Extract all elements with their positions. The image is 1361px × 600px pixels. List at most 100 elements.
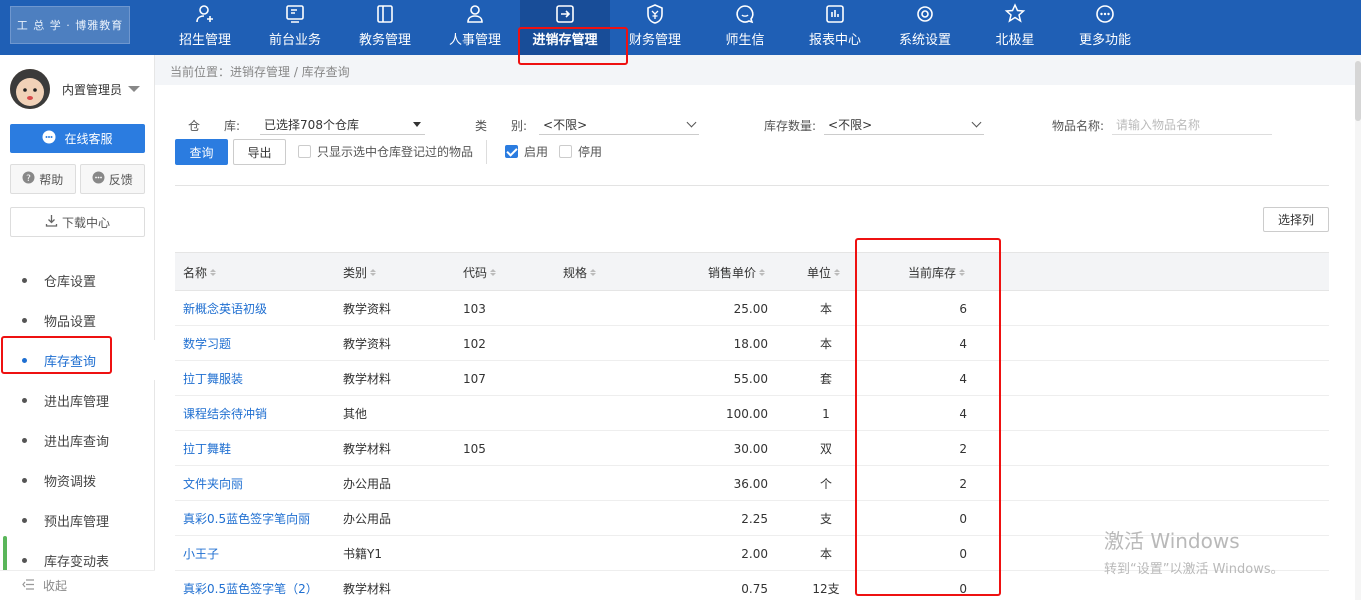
nav-item-1[interactable]: 招生管理 xyxy=(160,0,250,55)
cell-name[interactable]: 文件夹向丽 xyxy=(183,466,333,501)
bullet-icon xyxy=(22,477,27,483)
nav-item-2[interactable]: 前台业务 xyxy=(250,0,340,55)
enabled-checkbox[interactable]: 启用 xyxy=(505,143,548,160)
cell-price: 100.00 xyxy=(726,406,768,421)
bullet-icon xyxy=(22,397,27,403)
sidebar-item-5[interactable]: 进出库查询 xyxy=(0,420,155,460)
cell-name[interactable]: 课程结余待冲销 xyxy=(183,396,333,431)
nav-item-5[interactable]: 进销存管理 xyxy=(520,0,610,55)
only-registered-label: 只显示选中仓库登记过的物品 xyxy=(317,145,474,159)
breadcrumb: 当前位置：进销存管理 / 库存查询 xyxy=(170,65,350,79)
sort-icon[interactable] xyxy=(490,269,497,276)
nav-item-label: 前台业务 xyxy=(268,33,321,48)
sidebar-item-7[interactable]: 预出库管理 xyxy=(0,500,155,540)
watermark-title: 激活 Windows xyxy=(1104,529,1240,553)
download-center-button[interactable]: 下载中心 xyxy=(10,207,145,237)
bar-report-icon xyxy=(824,3,846,25)
cell-unit: 套 xyxy=(819,372,832,386)
sidebar-item-4[interactable]: 进出库管理 xyxy=(0,380,155,420)
table-header: 名称 类别 代码 规格 销售单价 单位 当前库存 xyxy=(175,252,1329,291)
sort-icon[interactable] xyxy=(834,269,841,276)
cell-stock: 4 xyxy=(959,371,967,386)
sidebar-item-6[interactable]: 物资调拨 xyxy=(0,460,155,500)
page-scrollbar[interactable] xyxy=(1355,55,1361,600)
cell-name[interactable]: 小王子 xyxy=(183,536,333,571)
stock-select[interactable]: <不限> xyxy=(824,115,985,135)
only-registered-check-box[interactable] xyxy=(298,145,311,158)
cell-stock: 0 xyxy=(959,581,967,596)
disabled-checkbox[interactable]: 停用 xyxy=(559,143,602,160)
enabled-check-box[interactable] xyxy=(505,145,518,158)
cell-name[interactable]: 真彩0.5蓝色签字笔向丽 xyxy=(183,501,333,536)
category-label: 类 别: xyxy=(475,118,528,133)
bullet-icon xyxy=(22,317,27,323)
warehouse-select[interactable]: 已选择708个仓库 xyxy=(260,115,426,135)
item-name-input[interactable]: 请输入物品名称 xyxy=(1112,115,1273,135)
cell-category: 办公用品 xyxy=(343,512,392,526)
cell-stock: 6 xyxy=(959,301,967,316)
collapse-button[interactable]: 收起 xyxy=(0,570,155,600)
sort-icon[interactable] xyxy=(590,269,597,276)
sort-icon[interactable] xyxy=(210,269,217,276)
table-row: 拉丁舞服装 教学材料 107 55.00 套 4 xyxy=(175,361,1329,396)
column-header-3[interactable]: 代码 xyxy=(463,253,497,292)
top-navigation-bar: 工 总 学 · 博雅教育 招生管理 前台业务 教务管理 人事管理 进销存管理 财务管理 师生… xyxy=(0,0,1361,55)
query-button[interactable]: 查询 xyxy=(175,139,228,165)
chevron-down-icon[interactable] xyxy=(128,86,141,92)
feedback-button[interactable]: 反馈 xyxy=(79,164,145,194)
column-header-2[interactable]: 类别 xyxy=(343,253,377,292)
sort-icon[interactable] xyxy=(959,269,966,276)
collapse-label: 收起 xyxy=(43,579,68,593)
help-button[interactable]: ? 帮助 xyxy=(10,164,76,194)
only-registered-checkbox[interactable]: 只显示选中仓库登记过的物品 xyxy=(298,143,473,160)
cell-name[interactable]: 拉丁舞鞋 xyxy=(183,431,333,466)
nav-item-8[interactable]: 报表中心 xyxy=(790,0,880,55)
table-row: 拉丁舞鞋 教学材料 105 30.00 双 2 xyxy=(175,431,1329,466)
cell-name[interactable]: 数学习题 xyxy=(183,326,333,361)
online-service-button[interactable]: 在线客服 xyxy=(10,124,145,153)
nav-item-4[interactable]: 人事管理 xyxy=(430,0,520,55)
scrollbar-thumb[interactable] xyxy=(1355,61,1361,121)
column-header-5[interactable]: 销售单价 xyxy=(708,253,766,292)
cell-name[interactable]: 拉丁舞服装 xyxy=(183,361,333,396)
nav-item-7[interactable]: 师生信 xyxy=(700,0,790,55)
help-feedback-row: ? 帮助 反馈 xyxy=(10,164,145,194)
cell-stock: 0 xyxy=(959,546,967,561)
nav-item-10[interactable]: 北极星 xyxy=(970,0,1060,55)
main-content: 仓 库: 已选择708个仓库 类 别: <不限> 库存数量: <不限> 物品名称… xyxy=(155,85,1355,600)
bullet-icon xyxy=(22,517,27,523)
disabled-check-box[interactable] xyxy=(559,145,572,158)
collapse-icon xyxy=(22,578,35,593)
sidebar-item-2[interactable]: 物品设置 xyxy=(0,300,155,340)
sort-icon[interactable] xyxy=(370,269,377,276)
column-header-6[interactable]: 单位 xyxy=(807,253,841,292)
category-select[interactable]: <不限> xyxy=(539,115,700,135)
user-profile[interactable]: 内置管理员 xyxy=(10,69,141,109)
select-columns-button[interactable]: 选择列 xyxy=(1263,207,1329,232)
sidebar-item-3[interactable]: 库存查询 xyxy=(0,340,155,380)
watermark-subtitle: 转到“设置”以激活 Windows。 xyxy=(1104,562,1284,577)
cell-name[interactable]: 新概念英语初级 xyxy=(183,291,333,326)
sidebar-item-label: 物资调拨 xyxy=(44,474,97,490)
nav-item-label: 进销存管理 xyxy=(532,33,598,48)
nav-item-label: 财务管理 xyxy=(628,33,681,48)
cell-price: 55.00 xyxy=(733,371,768,386)
column-header-4[interactable]: 规格 xyxy=(563,253,597,292)
table-row: 新概念英语初级 教学资料 103 25.00 本 6 xyxy=(175,291,1329,326)
export-button[interactable]: 导出 xyxy=(233,139,286,165)
column-header-7[interactable]: 当前库存 xyxy=(908,253,966,292)
nav-item-3[interactable]: 教务管理 xyxy=(340,0,430,55)
nav-item-11[interactable]: 更多功能 xyxy=(1060,0,1150,55)
yen-shield-icon xyxy=(644,3,666,25)
sidebar-item-label: 物品设置 xyxy=(44,314,97,330)
nav-item-9[interactable]: 系统设置 xyxy=(880,0,970,55)
cell-name[interactable]: 真彩0.5蓝色签字笔（2） xyxy=(183,571,333,600)
column-header-1[interactable]: 名称 xyxy=(183,253,217,292)
cell-unit: 个 xyxy=(819,477,832,491)
sidebar-item-1[interactable]: 仓库设置 xyxy=(0,260,155,300)
nav-item-6[interactable]: 财务管理 xyxy=(610,0,700,55)
logo-text: 工 总 学 · 博雅教育 xyxy=(16,19,124,32)
cell-stock: 2 xyxy=(959,441,967,456)
logo[interactable]: 工 总 学 · 博雅教育 xyxy=(10,6,130,44)
sort-icon[interactable] xyxy=(759,269,766,276)
